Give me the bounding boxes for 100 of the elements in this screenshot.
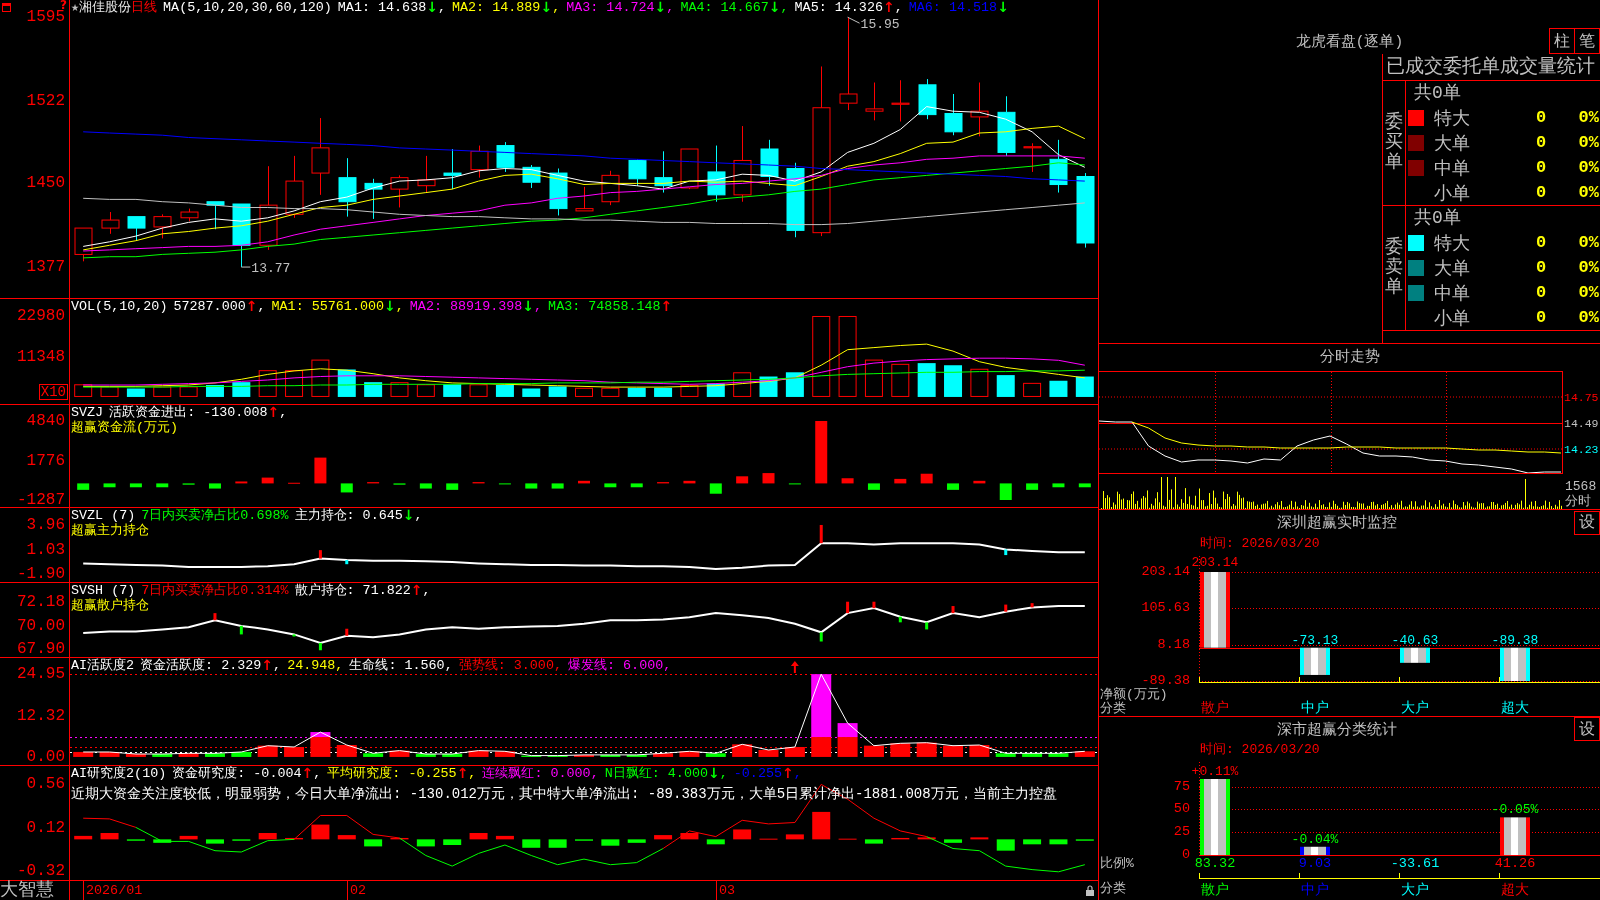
date-label: 2026/01 bbox=[83, 881, 143, 900]
activity-bar bbox=[468, 750, 489, 757]
table-title: 已成交委托单成交量统计 bbox=[1383, 54, 1600, 81]
order-size-label: 特大 bbox=[1434, 233, 1470, 254]
legend-label: SVSH (7) bbox=[71, 583, 136, 598]
volume-unit-label: 分时 bbox=[1564, 494, 1591, 509]
settings-button[interactable]: 设 bbox=[1574, 717, 1600, 741]
fund-flow-bar bbox=[999, 483, 1012, 500]
candlestick bbox=[865, 82, 884, 121]
legend-label: 散户持仓: 71.822 bbox=[294, 583, 411, 598]
view-toggle-button[interactable]: 柱 bbox=[1549, 28, 1575, 54]
axis-label: 1595 bbox=[26, 10, 65, 25]
volume-bar bbox=[785, 372, 804, 397]
fund-flow-bar bbox=[867, 483, 880, 490]
axis-label: 67.90 bbox=[17, 642, 65, 657]
chart-bar bbox=[1300, 647, 1330, 675]
research-bar bbox=[390, 837, 409, 840]
trend-arrow-icon: ↑ bbox=[301, 766, 314, 781]
comma-separator: , bbox=[414, 508, 423, 523]
view-toggle-button[interactable]: 笔 bbox=[1574, 28, 1600, 54]
chart-bar bbox=[1400, 647, 1430, 663]
settings-button[interactable]: 设 bbox=[1574, 510, 1600, 535]
change-tick bbox=[1004, 604, 1008, 612]
volume-bar bbox=[74, 384, 93, 397]
axis-label: 12.32 bbox=[17, 709, 65, 724]
legend-label: 爆发线: 6.000, bbox=[568, 658, 672, 673]
activity-bar bbox=[600, 754, 621, 757]
fund-flow-bar bbox=[762, 473, 775, 484]
legend-label: 7日内买卖净占比0.314% bbox=[141, 583, 289, 598]
activity-bar bbox=[125, 753, 146, 757]
axis-label: 11348 bbox=[17, 350, 65, 364]
candlestick bbox=[918, 78, 937, 120]
comma-separator: , bbox=[437, 0, 446, 15]
order-count: 0 bbox=[1535, 283, 1547, 302]
period-label: 日线 bbox=[131, 0, 158, 15]
change-tick bbox=[318, 642, 322, 651]
price-annotation: 13.77 bbox=[240, 261, 291, 277]
research-bar bbox=[495, 835, 514, 840]
value-label: -33.61 bbox=[1390, 856, 1440, 872]
candlestick bbox=[153, 213, 172, 239]
axis-label: -0.32 bbox=[17, 864, 65, 879]
trend-arrow-icon: ↑ bbox=[882, 0, 895, 15]
fund-flow-bar bbox=[1026, 483, 1039, 490]
axis-title: 净额(万元) bbox=[1100, 688, 1168, 702]
candlestick bbox=[707, 145, 726, 203]
order-count: 0 bbox=[1535, 108, 1547, 127]
volume-bar bbox=[680, 384, 699, 397]
axis-label: 24.95 bbox=[17, 667, 65, 682]
legend-label: MA5: 14.326 bbox=[794, 0, 883, 15]
change-tick bbox=[898, 616, 902, 623]
research-bar bbox=[258, 833, 277, 840]
trend-arrow-icon: ↓ bbox=[654, 0, 667, 15]
trend-arrow-icon: ↑ bbox=[660, 299, 673, 314]
change-tick bbox=[345, 628, 349, 636]
fund-flow-bar bbox=[578, 480, 590, 484]
activity-bar bbox=[204, 753, 225, 757]
fund-flow-bar bbox=[551, 483, 564, 489]
activity-bar bbox=[653, 753, 674, 757]
fund-flow-bar bbox=[973, 480, 986, 484]
research-bar bbox=[337, 835, 356, 840]
activity-bar bbox=[626, 754, 647, 757]
indicator-title: 超赢资金流(万元) bbox=[71, 420, 179, 435]
category-label: 超大 bbox=[1501, 700, 1529, 716]
fund-flow-bar bbox=[683, 480, 696, 484]
axis-title: 分类 bbox=[1100, 702, 1126, 716]
fund-flow-bar bbox=[1052, 483, 1065, 488]
research-bar bbox=[311, 824, 330, 840]
activity-bar bbox=[442, 753, 463, 757]
order-total: 共0单 bbox=[1414, 208, 1461, 228]
category-label: 超大 bbox=[1501, 882, 1529, 898]
legend-label: 资金研究度: -0.004 bbox=[172, 766, 302, 781]
axis-label: 0.00 bbox=[26, 749, 65, 764]
scale-multiplier-label: X10 bbox=[38, 384, 68, 400]
candlestick bbox=[74, 227, 93, 262]
volume-bar bbox=[601, 387, 620, 397]
order-size-label: 大单 bbox=[1434, 258, 1470, 279]
research-bar bbox=[443, 839, 462, 845]
volume-bar bbox=[100, 386, 119, 397]
change-tick bbox=[1030, 603, 1034, 608]
bar-value-label: -40.63 bbox=[1391, 632, 1439, 648]
legend-label: N日飘红: 4.000 bbox=[604, 766, 708, 781]
date-label: 02 bbox=[347, 881, 367, 900]
research-bar bbox=[944, 839, 963, 843]
group-label: 委买单 bbox=[1385, 113, 1403, 173]
comma-separator: , bbox=[422, 583, 431, 598]
axis-label: 3.96 bbox=[26, 518, 65, 532]
time-label: 时间: 2026/03/20 bbox=[1200, 536, 1320, 551]
legend-label: SVZJ bbox=[71, 405, 104, 420]
change-tick bbox=[819, 524, 823, 544]
volume-bar bbox=[1049, 380, 1068, 397]
fund-flow-bar bbox=[815, 421, 828, 484]
research-bar bbox=[74, 835, 93, 840]
lock-icon[interactable] bbox=[1086, 885, 1094, 896]
fund-flow-bar bbox=[340, 483, 353, 493]
comma-separator: , bbox=[552, 0, 561, 15]
trend-arrow-icon: ↑ bbox=[782, 766, 794, 781]
research-bar bbox=[654, 835, 673, 840]
legend-label: MA2: 14.889 bbox=[452, 0, 541, 15]
window-icon[interactable] bbox=[2, 3, 11, 12]
help-icon[interactable]: ? bbox=[60, 0, 67, 10]
